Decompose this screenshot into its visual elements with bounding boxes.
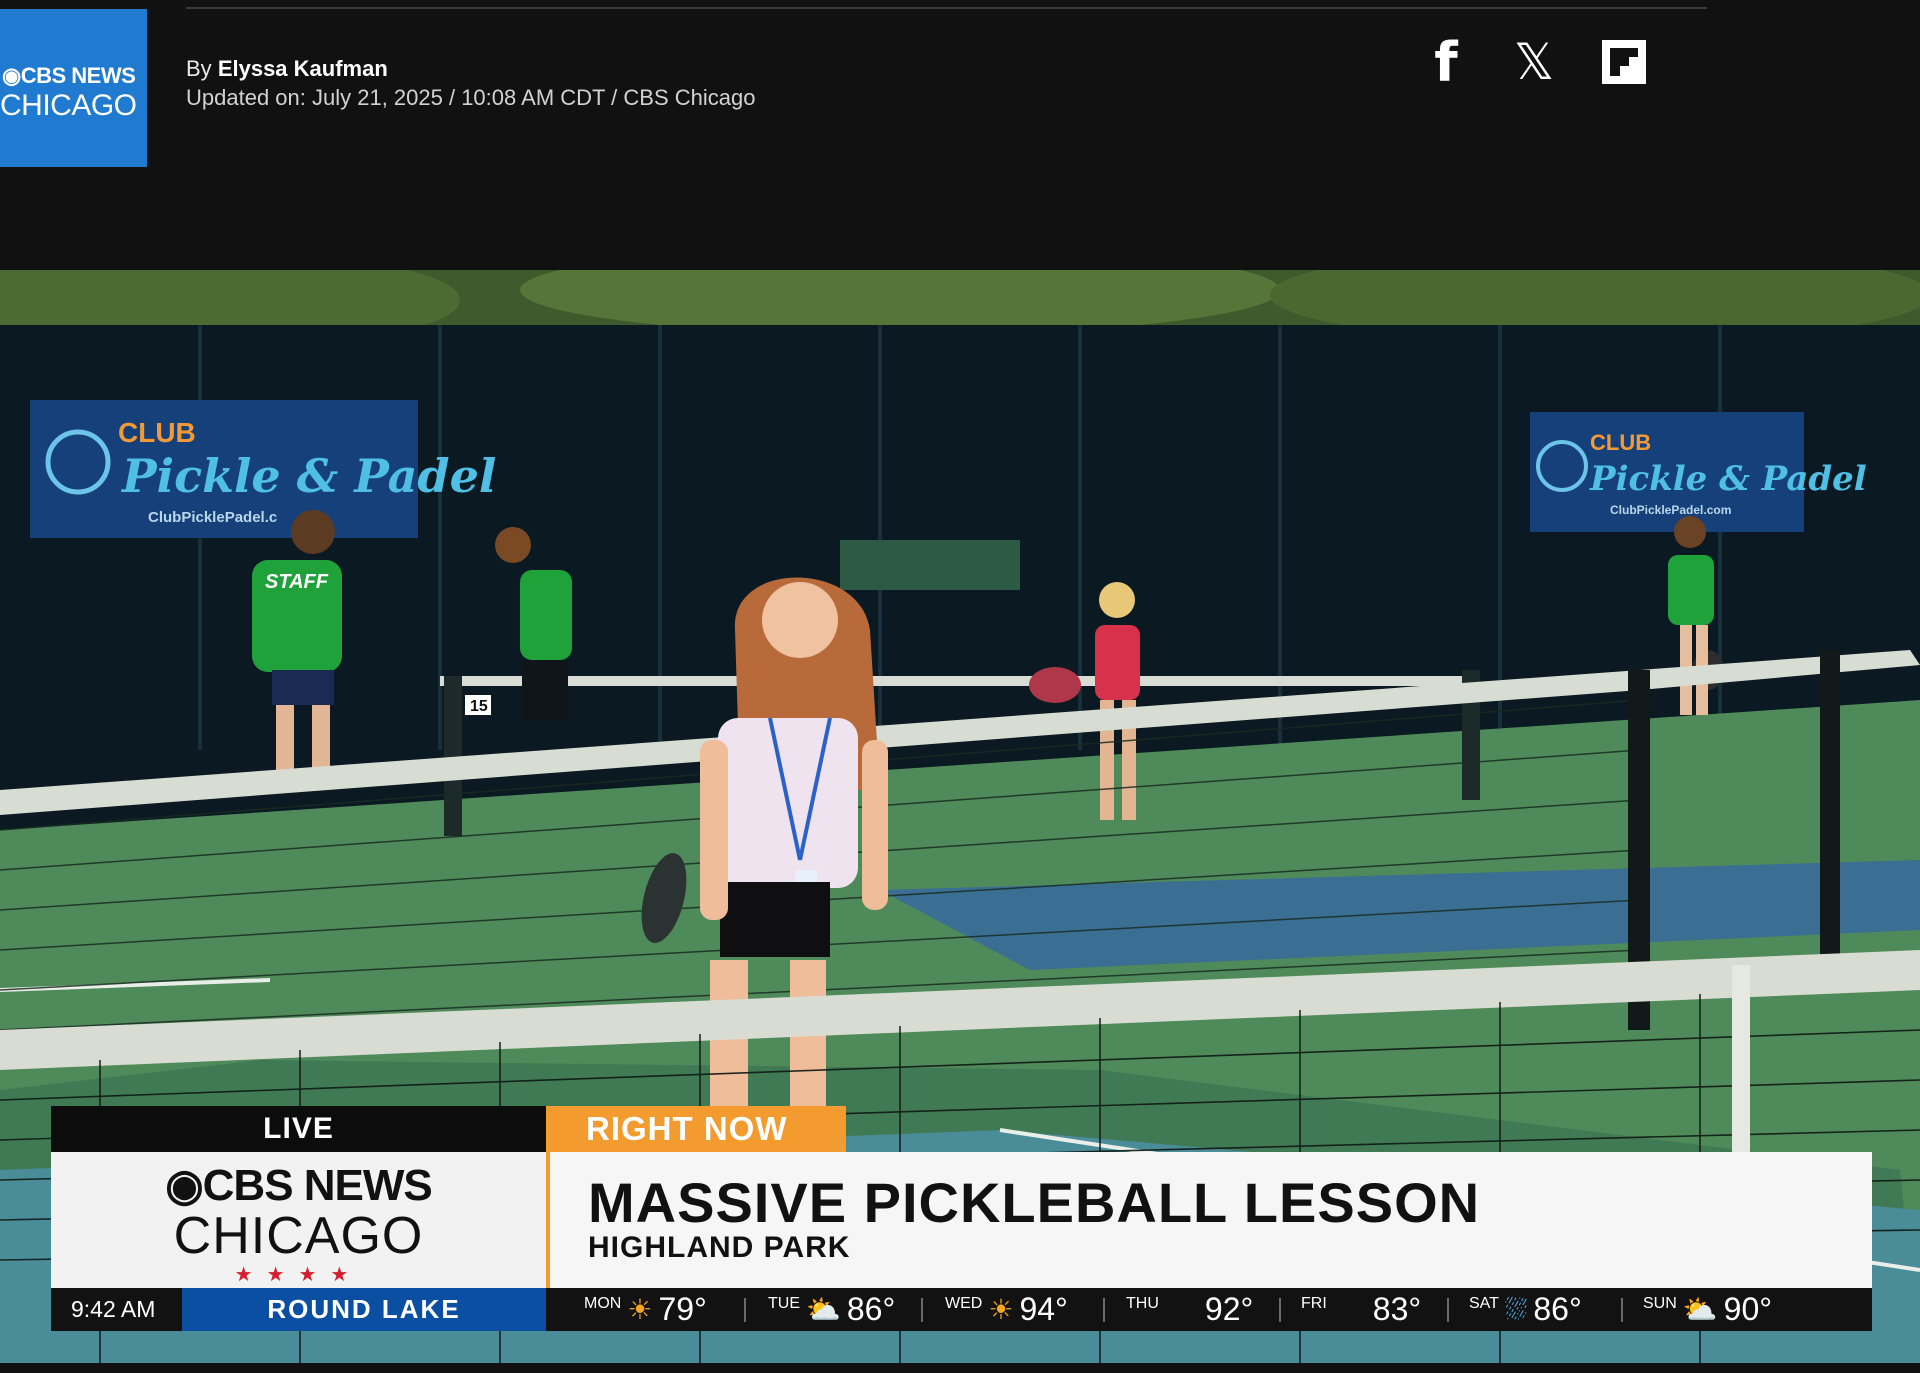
separator bbox=[744, 1298, 746, 1322]
flipboard-share-icon[interactable] bbox=[1598, 36, 1650, 88]
svg-text:Pickle & Padel: Pickle & Padel bbox=[1589, 459, 1867, 499]
forecast-temp: 83° bbox=[1372, 1291, 1422, 1327]
live-label: LIVE bbox=[51, 1106, 546, 1152]
brand-line2: CHICAGO bbox=[173, 1207, 424, 1265]
partly-cloudy-icon: ⛅ bbox=[806, 1293, 841, 1325]
forecast-temp: 86° bbox=[846, 1291, 896, 1327]
separator bbox=[1279, 1298, 1281, 1322]
forecast-day: WED bbox=[945, 1294, 983, 1312]
forecast-temp: 92° bbox=[1204, 1291, 1254, 1327]
partly-sunny-icon: ⛅ bbox=[1682, 1293, 1718, 1325]
weather-ticker: 9:42 AM ROUND LAKE MON ☀ 79° TUE ⛅ 86° W… bbox=[51, 1288, 1872, 1331]
byline: By Elyssa Kaufman bbox=[186, 56, 388, 82]
forecast-day: FRI bbox=[1301, 1294, 1327, 1312]
facebook-share-icon[interactable]: f bbox=[1420, 31, 1472, 94]
updated-timestamp: Updated on: July 21, 2025 / 10:08 AM CDT… bbox=[186, 85, 756, 110]
brand-line1: ◉CBS NEWS bbox=[165, 1161, 433, 1210]
svg-text:CLUB: CLUB bbox=[1590, 430, 1651, 455]
location-label: ROUND LAKE bbox=[182, 1288, 546, 1331]
svg-text:ClubPicklePadel.com: ClubPicklePadel.com bbox=[1610, 503, 1731, 517]
forecast-mon: MON ☀ 79° bbox=[584, 1288, 707, 1331]
top-divider bbox=[186, 7, 1707, 9]
headline: MASSIVE PICKLEBALL LESSON bbox=[588, 1171, 1481, 1234]
byline-prefix: By bbox=[186, 56, 212, 81]
svg-text:STAFF: STAFF bbox=[265, 571, 329, 593]
separator bbox=[1103, 1298, 1105, 1322]
forecast-temp: 94° bbox=[1019, 1291, 1068, 1327]
forecast-sun: SUN ⛅ 90° bbox=[1643, 1288, 1772, 1331]
forecast-thu: THU 92° bbox=[1126, 1288, 1253, 1331]
forecast-day: MON bbox=[584, 1294, 622, 1312]
svg-text:CLUB: CLUB bbox=[118, 417, 196, 448]
forecast-sat: SAT ⛆ 86° bbox=[1469, 1288, 1582, 1331]
forecast-day: SUN bbox=[1643, 1294, 1677, 1312]
forecast-temp: 86° bbox=[1533, 1291, 1582, 1327]
forecast-tue: TUE ⛅ 86° bbox=[768, 1288, 895, 1331]
x-share-icon[interactable]: 𝕏 bbox=[1508, 33, 1560, 91]
separator bbox=[1447, 1298, 1449, 1322]
logo-line2: CHICAGO bbox=[0, 89, 137, 122]
cbs-news-chicago-logo[interactable]: ◉CBS NEWS CHICAGO bbox=[0, 9, 147, 167]
author-link[interactable]: Elyssa Kaufman bbox=[218, 56, 388, 81]
clock-time: 9:42 AM bbox=[71, 1296, 156, 1322]
forecast-fri: FRI 83° bbox=[1301, 1288, 1421, 1331]
subhead: HIGHLAND PARK bbox=[588, 1231, 851, 1264]
station-brand-box: ◉CBS NEWS CHICAGO ★★★★ bbox=[51, 1152, 546, 1288]
forecast-day: THU bbox=[1126, 1294, 1159, 1312]
sun-icon: ☀ bbox=[988, 1293, 1014, 1325]
right-now-label: RIGHT NOW bbox=[546, 1106, 846, 1152]
separator bbox=[921, 1298, 923, 1322]
rain-icon: ⛆ bbox=[1504, 1293, 1528, 1325]
forecast-day: TUE bbox=[768, 1294, 800, 1312]
svg-text:ClubPicklePadel.c: ClubPicklePadel.c bbox=[148, 509, 277, 526]
forecast-day: SAT bbox=[1469, 1294, 1499, 1312]
svg-text:15: 15 bbox=[470, 698, 488, 715]
headline-box: MASSIVE PICKLEBALL LESSON HIGHLAND PARK bbox=[546, 1152, 1872, 1288]
chicago-stars: ★★★★ bbox=[234, 1264, 363, 1286]
forecast-wed: WED ☀ 94° bbox=[945, 1288, 1068, 1331]
sun-icon: ☀ bbox=[627, 1293, 653, 1325]
svg-text:Pickle & Padel: Pickle & Padel bbox=[120, 449, 496, 503]
separator bbox=[1621, 1298, 1623, 1322]
logo-line1: ◉CBS NEWS bbox=[2, 63, 136, 88]
forecast-temp: 90° bbox=[1723, 1291, 1773, 1327]
forecast-temp: 79° bbox=[658, 1291, 707, 1327]
